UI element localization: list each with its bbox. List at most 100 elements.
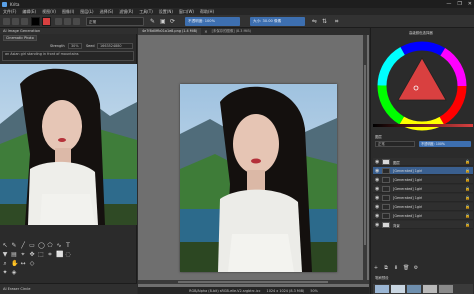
visibility-eye-icon[interactable]: ◉ <box>375 195 379 201</box>
layer-blend-mode-select[interactable]: 正常 <box>375 141 415 147</box>
zoom-status[interactable]: 50% <box>310 289 318 293</box>
seed-input[interactable]: 1663524880 <box>97 43 133 49</box>
brush-presets-strip[interactable] <box>373 284 473 294</box>
menu-file[interactable]: 文件(F) <box>3 9 16 15</box>
menu-layer[interactable]: 图层(L) <box>80 9 93 15</box>
brush-preset-icon[interactable] <box>73 18 80 25</box>
generated-preview-image[interactable] <box>0 64 137 225</box>
polygon-icon[interactable]: ⬠ <box>47 242 53 250</box>
zoom-icon[interactable]: ⌕ <box>2 260 8 268</box>
lock-icon[interactable]: 🔒 <box>465 177 470 182</box>
lock-icon[interactable]: 🔒 <box>465 222 470 227</box>
vertical-scroll-thumb[interactable] <box>364 65 366 245</box>
horizontal-scrollbar[interactable] <box>138 280 369 284</box>
menu-help[interactable]: 帮助(H) <box>200 9 214 15</box>
maximize-icon[interactable]: ❐ <box>457 0 461 8</box>
menu-filter[interactable]: 滤镜(R) <box>119 9 133 15</box>
size-slider[interactable]: 大小: 30.00 像素 <box>250 17 305 26</box>
lock-icon[interactable]: 🔒 <box>465 204 470 209</box>
add-layer-icon[interactable]: + <box>373 265 379 271</box>
visibility-eye-icon[interactable]: ◉ <box>375 168 379 174</box>
wrap-icon[interactable]: ⌗ <box>335 17 338 26</box>
horizontal-scroll-thumb[interactable] <box>178 281 328 283</box>
layer-row[interactable]: ◉ 图层 🔒 <box>373 158 473 166</box>
vertical-scrollbar[interactable] <box>363 35 367 280</box>
visibility-eye-icon[interactable]: ◉ <box>375 222 379 228</box>
document-tab-active[interactable]: 4e7f8d0ffb01a1e8.png (1.4 MiB) <box>138 28 202 35</box>
gradient-icon[interactable]: ▤ <box>11 251 17 259</box>
menu-settings[interactable]: 设置(N) <box>159 9 173 15</box>
menu-select[interactable]: 选择(S) <box>100 9 114 15</box>
fill-icon[interactable]: ▼ <box>2 251 8 259</box>
alpha-lock-icon[interactable]: ▣ <box>160 17 166 26</box>
lock-icon[interactable]: 🔒 <box>465 159 470 164</box>
menu-tools[interactable]: 工具(T) <box>139 9 153 15</box>
lock-icon[interactable]: 🔒 <box>465 195 470 200</box>
lasso-icon[interactable]: ◌ <box>65 251 71 259</box>
visibility-eye-icon[interactable]: ◉ <box>375 204 379 210</box>
duplicate-layer-icon[interactable]: ⧉ <box>383 265 389 271</box>
layer-row-selected[interactable]: ◉ [Generated] 1girl 🔒 <box>373 167 473 175</box>
visibility-eye-icon[interactable]: ◉ <box>375 213 379 219</box>
document-tab-second[interactable]: [未保存的图像] (8.3 MiB) <box>208 28 255 35</box>
delete-layer-icon[interactable]: 🗑 <box>403 265 409 271</box>
new-document-icon[interactable] <box>3 18 10 25</box>
rect-icon[interactable]: ▭ <box>29 242 35 250</box>
transform-icon[interactable]: ⬚ <box>38 251 44 259</box>
select-icon[interactable]: ⬜ <box>56 251 63 259</box>
line-icon[interactable]: ╱ <box>20 242 26 250</box>
menu-image[interactable]: 图像(I) <box>62 9 74 15</box>
menu-view[interactable]: 视图(V) <box>42 9 56 15</box>
minimize-icon[interactable]: — <box>446 0 451 8</box>
pointer-icon[interactable]: ↖ <box>2 242 8 250</box>
visibility-eye-icon[interactable]: ◉ <box>375 186 379 192</box>
layer-row[interactable]: ◉ 背景 🔒 <box>373 221 473 229</box>
strength-input[interactable]: 30% <box>68 43 82 49</box>
layer-row[interactable]: ◉ [Generated] 1girl 🔒 <box>373 212 473 220</box>
eraser-mode-icon[interactable]: ✎ <box>150 17 155 26</box>
path-icon[interactable]: ∿ <box>56 242 62 250</box>
blend-mode-select[interactable]: 正常 <box>86 17 144 26</box>
move-layer-down-icon[interactable]: ⬇ <box>393 265 399 271</box>
lock-icon[interactable]: 🔒 <box>465 168 470 173</box>
magic-wand-icon[interactable]: ✦ <box>2 269 8 277</box>
mirror-vertical-icon[interactable]: ⇅ <box>322 17 327 26</box>
layer-row[interactable]: ◉ [Generated] 1girl 🔒 <box>373 194 473 202</box>
gradient-icon[interactable] <box>55 18 62 25</box>
color-wheel-selector[interactable] <box>376 40 468 132</box>
opacity-slider[interactable]: 不透明度: 100% <box>185 17 240 26</box>
menu-edit[interactable]: 编辑(E) <box>22 9 36 15</box>
pattern-icon[interactable] <box>64 18 71 25</box>
background-color-swatch[interactable] <box>42 17 51 26</box>
crop-icon[interactable]: ⌗ <box>47 251 53 259</box>
visibility-eye-icon[interactable]: ◉ <box>375 159 379 165</box>
measure-icon[interactable]: ↔ <box>20 260 26 268</box>
lock-icon[interactable]: 🔒 <box>465 213 470 218</box>
assistant-icon[interactable]: ◇ <box>29 260 35 268</box>
text-icon[interactable]: T <box>65 242 71 250</box>
visibility-eye-icon[interactable]: ◉ <box>375 177 379 183</box>
picker-icon[interactable]: ⌖ <box>20 251 26 259</box>
layer-row[interactable]: ◉ [Generated] 1girl 🔒 <box>373 185 473 193</box>
style-select[interactable]: Cinematic Photo <box>3 35 37 41</box>
lock-icon[interactable]: 🔒 <box>465 186 470 191</box>
foreground-color-swatch[interactable] <box>31 17 40 26</box>
similar-select-icon[interactable]: ◈ <box>11 269 17 277</box>
layer-row[interactable]: ◉ [Generated] 1girl 🔒 <box>373 176 473 184</box>
pan-icon[interactable]: ✋ <box>11 260 18 268</box>
move-icon[interactable]: ✥ <box>29 251 35 259</box>
canvas-area[interactable]: 4e7f8d0ffb01a1e8.png (1.4 MiB) ✕ [未保存的图像… <box>138 28 369 287</box>
menu-window[interactable]: 窗口(W) <box>179 9 194 15</box>
brush-icon[interactable]: ✎ <box>11 242 17 250</box>
close-icon[interactable]: ✕ <box>468 0 472 8</box>
layer-properties-icon[interactable]: ⚙ <box>413 265 419 271</box>
ellipse-icon[interactable]: ◯ <box>38 242 45 250</box>
prompt-input[interactable]: an Asian girl standing in front of mount… <box>2 51 134 61</box>
open-document-icon[interactable] <box>12 18 19 25</box>
value-strip[interactable] <box>373 124 473 127</box>
layer-opacity-slider[interactable]: 不透明度: 100% <box>419 141 471 147</box>
mirror-horizontal-icon[interactable]: ⇋ <box>312 17 317 26</box>
reload-icon[interactable]: ⟳ <box>170 17 175 26</box>
layer-row[interactable]: ◉ [Generated] 1girl 🔒 <box>373 203 473 211</box>
canvas-image[interactable] <box>180 84 337 272</box>
